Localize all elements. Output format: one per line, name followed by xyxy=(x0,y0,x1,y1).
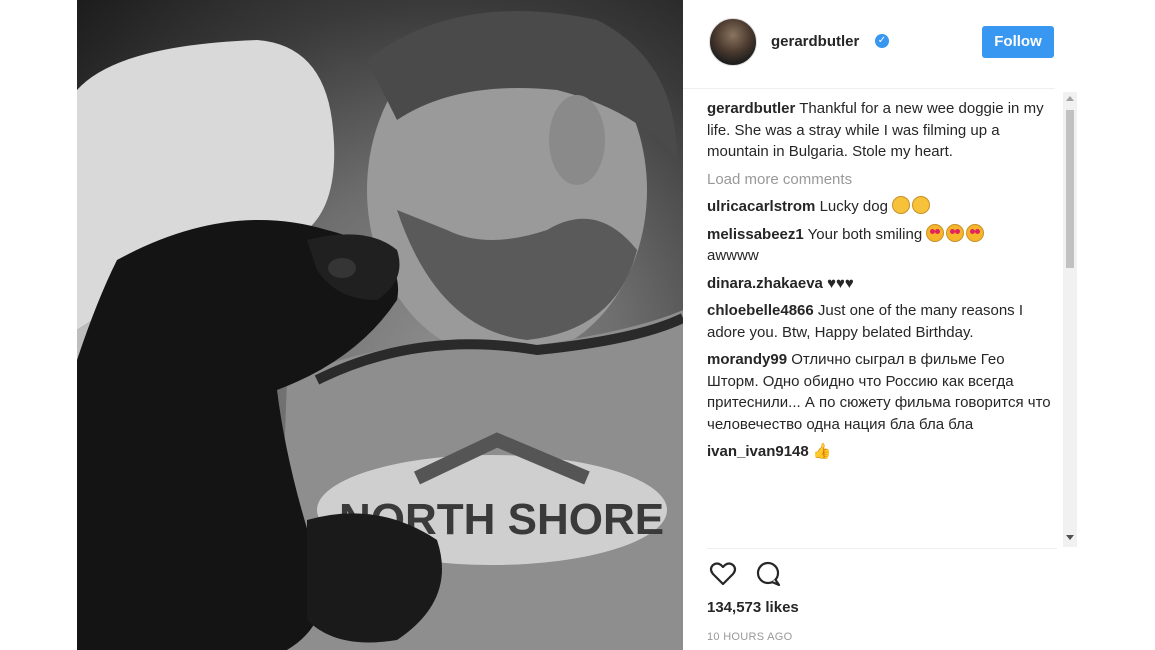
comment-text: Lucky dog xyxy=(819,198,888,215)
comment-text-continued: awwww xyxy=(707,247,759,264)
likes-count[interactable]: 134,573 likes xyxy=(707,599,799,616)
caption: gerardbutler Thankful for a new wee dogg… xyxy=(707,98,1057,163)
comment-username[interactable]: chloebelle4866 xyxy=(707,302,814,319)
comment-username[interactable]: morandy99 xyxy=(707,351,787,368)
heart-eyes-emoji-icon xyxy=(946,223,965,242)
comments-list: gerardbutler Thankful for a new wee dogg… xyxy=(707,98,1057,548)
scroll-down-arrow-icon[interactable] xyxy=(1066,535,1074,540)
comment-username[interactable]: ivan_ivan9148 xyxy=(707,443,809,460)
comment-item: ivan_ivan9148 👍 xyxy=(707,441,1057,463)
comment-username[interactable]: ulricacarlstrom xyxy=(707,198,815,215)
heart-icon[interactable] xyxy=(707,558,739,590)
photo-illustration: NORTH SHORE xyxy=(77,11,683,650)
post-panel: gerardbutler ✓ Follow gerardbutler Thank… xyxy=(683,0,1078,650)
post-photo[interactable]: NORTH SHORE xyxy=(77,0,683,650)
persevere-emoji-icon xyxy=(912,196,931,214)
author-username[interactable]: gerardbutler xyxy=(771,33,859,50)
caption-username[interactable]: gerardbutler xyxy=(707,100,795,117)
comment-item: ulricacarlstrom Lucky dog xyxy=(707,196,1057,218)
comment-text: ♥♥♥ xyxy=(827,274,854,292)
post-header: gerardbutler ✓ Follow xyxy=(683,0,1055,89)
avatar[interactable] xyxy=(709,18,757,66)
heart-eyes-emoji-icon xyxy=(966,223,985,242)
verified-badge-icon: ✓ xyxy=(875,34,889,48)
comment-text: 👍 xyxy=(812,443,832,460)
scroll-up-arrow-icon[interactable] xyxy=(1066,96,1074,101)
comment-item: dinara.zhakaeva ♥♥♥ xyxy=(707,273,1057,295)
comment-item: melissabeez1 Your both smiling awwww xyxy=(707,223,1057,267)
heart-eyes-emoji-icon xyxy=(926,223,945,242)
comments-scrollbar[interactable] xyxy=(1063,92,1077,547)
comment-username[interactable]: dinara.zhakaeva xyxy=(707,275,823,292)
follow-button[interactable]: Follow xyxy=(982,26,1054,58)
comment-item: chloebelle4866 Just one of the many reas… xyxy=(707,300,1057,343)
wink-emoji-icon xyxy=(892,196,911,214)
comment-text: Your both smiling xyxy=(807,225,923,243)
comment-username[interactable]: melissabeez1 xyxy=(707,226,804,243)
comment-icon[interactable] xyxy=(753,558,785,590)
actions-divider xyxy=(707,548,1057,549)
scrollbar-thumb[interactable] xyxy=(1066,110,1074,268)
comment-item: morandy99 Отлично сыграл в фильме Гео Шт… xyxy=(707,349,1057,435)
post-timestamp[interactable]: 10 HOURS AGO xyxy=(707,631,793,643)
load-more-comments[interactable]: Load more comments xyxy=(707,169,1057,191)
